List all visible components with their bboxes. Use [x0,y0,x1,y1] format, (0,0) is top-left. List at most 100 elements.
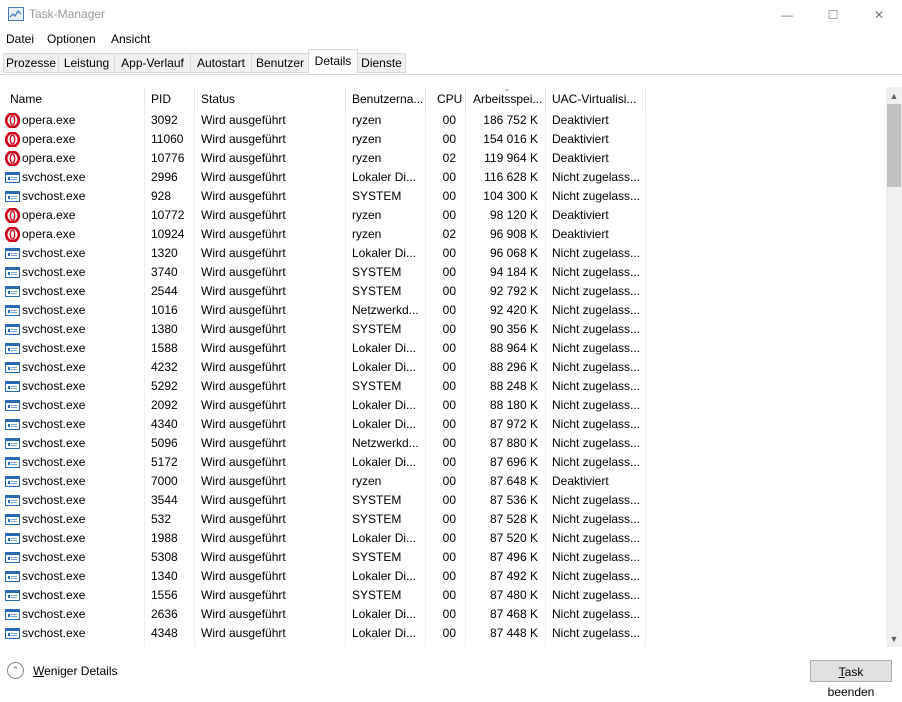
process-user: Lokaler Di... [352,341,417,355]
process-status: Wird ausgeführt [201,303,286,317]
tab-benutzer[interactable]: Benutzer [251,53,309,73]
process-pid: 2092 [151,398,178,412]
tab-app-verlauf[interactable]: App-Verlauf [114,53,191,73]
table-row[interactable]: svchost.exe 4348 Wird ausgeführt Lokaler Di… [0,624,646,643]
table-row[interactable]: svchost.exe 1016 Wird ausgeführt Netzwerkd.… [0,301,646,320]
scroll-down-button[interactable]: ▼ [886,630,902,647]
menu-optionen[interactable]: Optionen [47,32,96,46]
process-memory: 87 972 K [489,417,538,431]
table-row[interactable]: svchost.exe 3544 Wird ausgeführt SYSTEM 00 87… [0,491,646,510]
table-row[interactable]: svchost.exe 1588 Wird ausgeführt Lokaler Di… [0,339,646,358]
column-header-status[interactable]: Status [195,87,346,111]
table-row[interactable]: svchost.exe 2092 Wird ausgeführt Lokaler Di… [0,396,646,415]
process-uac: Deaktiviert [552,113,609,127]
process-cpu: 00 [442,189,456,203]
process-cpu: 00 [442,474,456,488]
table-row[interactable]: svchost.exe 5172 Wird ausgeführt Lokaler Di… [0,453,646,472]
process-user: ryzen [352,474,382,488]
table-row[interactable]: svchost.exe 3740 Wird ausgeführt SYSTEM 00 94… [0,263,646,282]
table-header: Name PID Status Benutzerna... CPU Arbeit… [0,87,886,111]
tab-dienste[interactable]: Dienste [357,53,406,73]
process-name: svchost.exe [22,569,86,583]
process-status: Wird ausgeführt [201,455,286,469]
column-header-cpu[interactable]: CPU [426,87,466,111]
fewer-details-link[interactable]: Weniger Details [33,664,117,678]
close-button[interactable]: ✕ [856,0,902,30]
process-status: Wird ausgeführt [201,227,286,241]
minimize-button[interactable]: — [764,0,810,30]
svchost-icon [5,550,20,565]
process-pid: 1556 [151,588,178,602]
process-memory: 87 480 K [489,588,538,602]
process-cpu: 00 [442,398,456,412]
table-row[interactable]: svchost.exe 1340 Wird ausgeführt Lokaler Di… [0,567,646,586]
table-row[interactable]: svchost.exe 2636 Wird ausgeführt Lokaler Di… [0,605,646,624]
process-pid: 3544 [151,493,178,507]
process-cpu: 00 [442,550,456,564]
process-status: Wird ausgeführt [201,512,286,526]
table-row[interactable]: svchost.exe 928 Wird ausgeführt SYSTEM 00 104… [0,187,646,206]
table-row[interactable]: svchost.exe 1988 Wird ausgeführt Lokaler Di… [0,529,646,548]
scroll-up-icon: ▲ [889,90,899,101]
process-pid: 7000 [151,474,178,488]
table-row[interactable]: svchost.exe 1320 Wird ausgeführt Lokaler Di… [0,244,646,263]
tab-autostart[interactable]: Autostart [190,53,252,73]
process-name: svchost.exe [22,246,86,260]
column-header-user[interactable]: Benutzerna... [346,87,426,111]
vertical-scrollbar[interactable]: ▲ ▼ [886,87,902,647]
process-pid: 10776 [151,151,185,165]
process-uac: Deaktiviert [552,208,609,222]
table-row[interactable]: opera.exe 10772 Wird ausgeführt ryzen 00 98 1… [0,206,646,225]
process-pid: 5172 [151,455,178,469]
table-row[interactable]: opera.exe 10776 Wird ausgeführt ryzen 02 119 … [0,149,646,168]
table-row[interactable]: svchost.exe 4232 Wird ausgeführt Lokaler Di… [0,358,646,377]
process-name: svchost.exe [22,341,86,355]
process-cpu: 00 [442,132,456,146]
process-user: Lokaler Di... [352,417,417,431]
table-row[interactable]: svchost.exe 1556 Wird ausgeführt SYSTEM 00 87… [0,586,646,605]
table-row[interactable]: opera.exe 10924 Wird ausgeführt ryzen 02 96 9… [0,225,646,244]
table-row[interactable]: opera.exe 11060 Wird ausgeführt ryzen 00 154 … [0,130,646,149]
table-row[interactable]: svchost.exe 7000 Wird ausgeführt ryzen 00 87 … [0,472,646,491]
table-row[interactable]: svchost.exe 5096 Wird ausgeführt Netzwerkd.… [0,434,646,453]
tab-prozesse[interactable]: Prozesse [3,53,59,73]
process-uac: Nicht zugelass... [552,360,641,374]
table-row[interactable]: svchost.exe 2544 Wird ausgeführt SYSTEM 00 92… [0,282,646,301]
column-header-pid[interactable]: PID [145,87,195,111]
process-pid: 1016 [151,303,178,317]
process-uac: Deaktiviert [552,151,609,165]
table-row[interactable]: svchost.exe 2996 Wird ausgeführt Lokaler Di… [0,168,646,187]
end-task-button[interactable]: Task beenden [810,660,892,699]
opera-icon [4,112,21,129]
table-row[interactable]: svchost.exe 5308 Wird ausgeführt SYSTEM 00 87… [0,548,646,567]
process-name: svchost.exe [22,170,86,184]
scroll-up-button[interactable]: ▲ [886,87,902,104]
opera-icon [4,226,21,243]
process-user: ryzen [352,113,382,127]
menu-ansicht[interactable]: Ansicht [111,32,150,46]
process-cpu: 00 [442,588,456,602]
process-name: svchost.exe [22,303,86,317]
menu-datei[interactable]: Datei [6,32,34,46]
process-name: svchost.exe [22,626,86,640]
table-row[interactable]: svchost.exe 532 Wird ausgeführt SYSTEM 00 87 … [0,510,646,529]
tab-leistung[interactable]: Leistung [58,53,115,73]
chevron-up-circle-icon[interactable]: ⌃ [7,662,24,679]
table-row[interactable]: svchost.exe 5292 Wird ausgeführt SYSTEM 00 88… [0,377,646,396]
column-header-name[interactable]: Name [4,87,145,111]
tab-details[interactable]: Details [308,49,358,74]
table-row[interactable]: opera.exe 3092 Wird ausgeführt ryzen 00 186 7… [0,111,646,130]
scrollbar-thumb[interactable] [887,104,901,187]
maximize-button[interactable]: ☐ [810,0,856,30]
process-memory: 87 496 K [489,550,538,564]
process-cpu: 00 [442,208,456,222]
column-header-uac[interactable]: UAC-Virtualisi... [546,87,646,111]
process-user: Lokaler Di... [352,531,417,545]
table-row[interactable]: svchost.exe 4340 Wird ausgeführt Lokaler Di… [0,415,646,434]
process-cpu: 00 [442,531,456,545]
process-user: SYSTEM [352,322,402,336]
process-user: Lokaler Di... [352,398,417,412]
process-uac: Nicht zugelass... [552,436,641,450]
table-row[interactable]: svchost.exe 1380 Wird ausgeführt SYSTEM 00 90… [0,320,646,339]
process-cpu: 00 [442,170,456,184]
